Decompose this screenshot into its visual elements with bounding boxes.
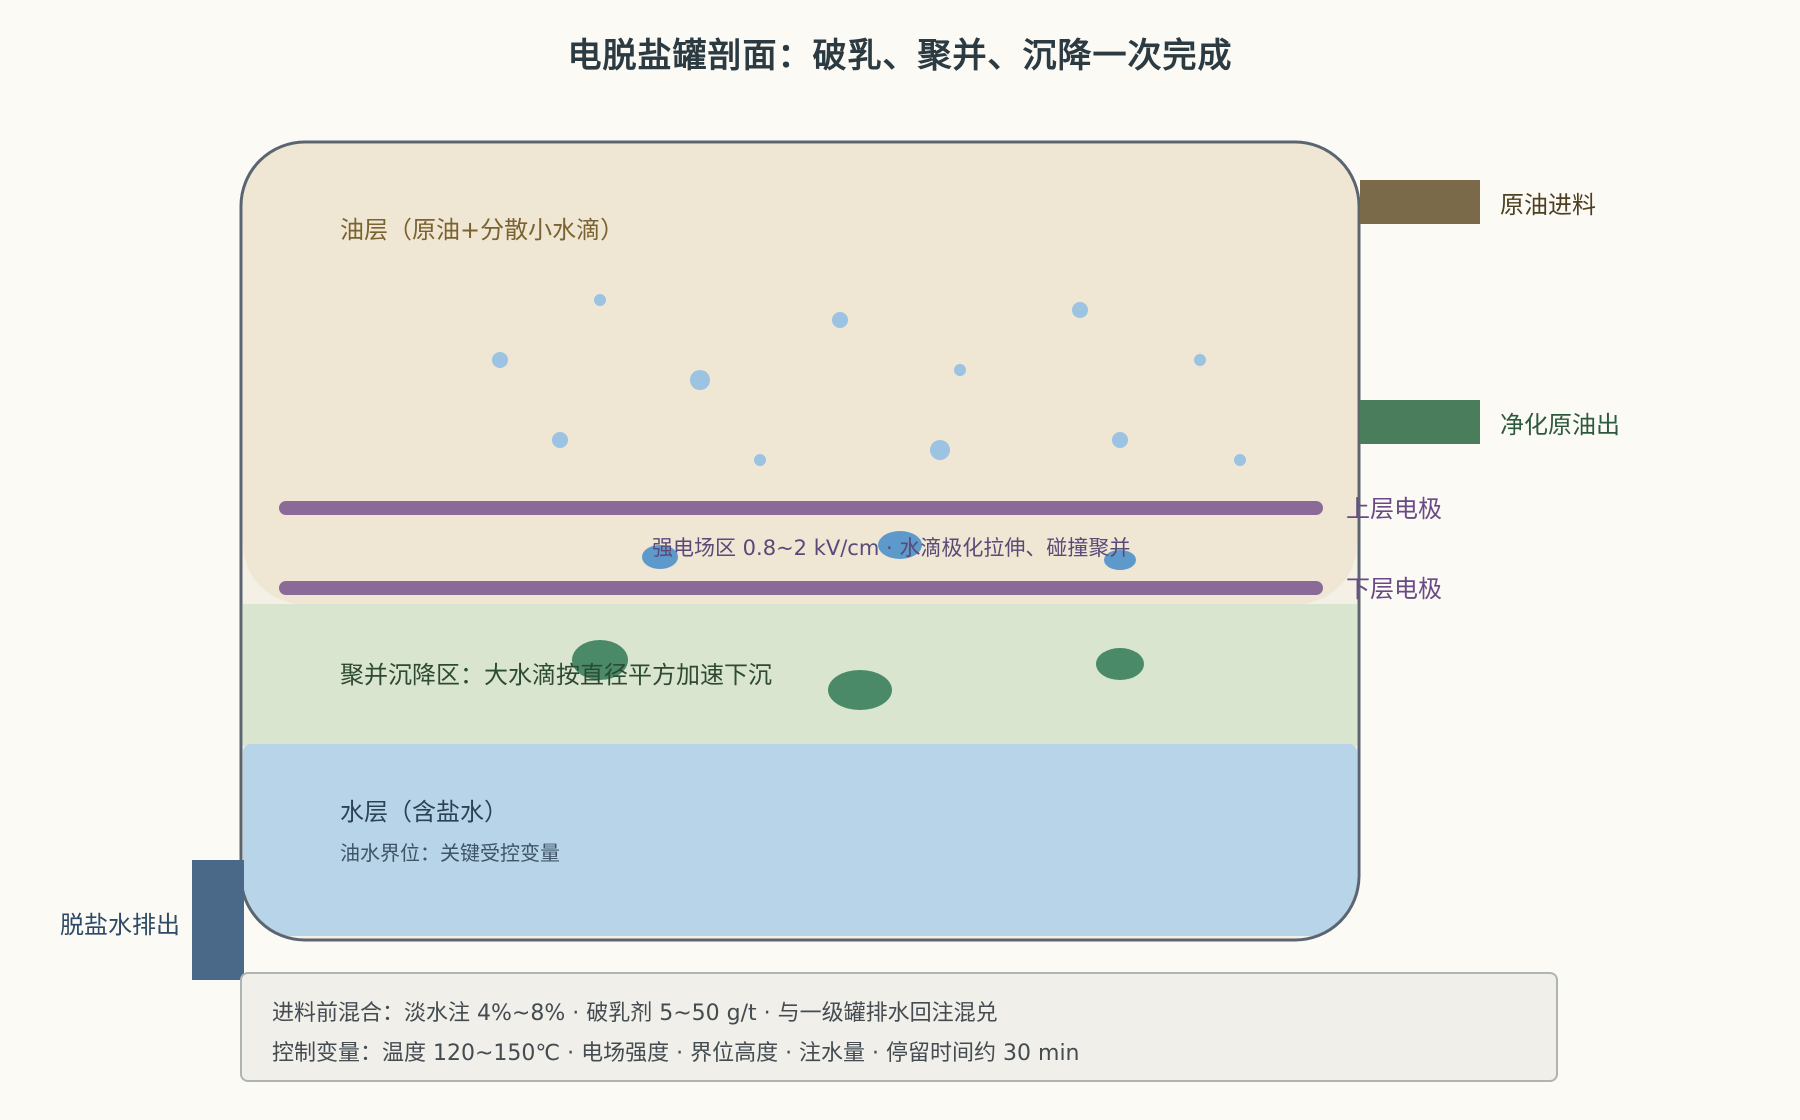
interface-level-label: 油水界位：关键受控变量 — [340, 841, 560, 865]
small-droplet — [690, 370, 710, 390]
desalter-cross-section — [192, 140, 1480, 980]
control-variables-note: 控制变量：温度 120~150℃ · 电场强度 · 界位高度 · 注水量 · 停… — [272, 1041, 1080, 1066]
lower-electrode-label: 下层电极 — [1346, 575, 1442, 603]
premix-note: 进料前混合：淡水注 4%~8% · 破乳剂 5~50 g/t · 与一级罐排水回… — [272, 1001, 998, 1026]
upper-electrode-label: 上层电极 — [1346, 495, 1442, 523]
small-droplet — [1072, 302, 1088, 318]
crude-feed-label: 原油进料 — [1500, 191, 1596, 219]
clean-crude-out-label: 净化原油出 — [1500, 411, 1620, 439]
small-droplet — [1234, 454, 1246, 466]
small-droplet — [492, 352, 508, 368]
coalesced-droplet — [828, 670, 892, 710]
oil-layer — [243, 144, 1357, 604]
small-droplet — [552, 432, 568, 448]
electric-field-zone-label: 强电场区 0.8~2 kV/cm · 水滴极化拉伸、碰撞聚并 — [652, 536, 1131, 560]
oil-layer-label: 油层（原油+分散小水滴） — [340, 216, 625, 244]
small-droplet — [954, 364, 966, 376]
small-droplet — [754, 454, 766, 466]
small-droplet — [832, 312, 848, 328]
small-droplet — [930, 440, 950, 460]
clean-crude-pipe — [1360, 400, 1480, 444]
small-droplet — [1194, 354, 1206, 366]
process-notes-box: 进料前混合：淡水注 4%~8% · 破乳剂 5~50 g/t · 与一级罐排水回… — [240, 972, 1558, 1082]
brine-drain-label: 脱盐水排出 — [60, 911, 180, 939]
water-layer-label: 水层（含盐水） — [340, 798, 508, 826]
coalesced-droplet — [1096, 648, 1144, 680]
brine-drain-pipe — [192, 860, 244, 980]
coalescence-zone-label: 聚并沉降区：大水滴按直径平方加速下沉 — [340, 661, 772, 689]
small-droplet — [1112, 432, 1128, 448]
small-droplet — [594, 294, 606, 306]
crude-feed-pipe — [1360, 180, 1480, 224]
water-layer — [243, 744, 1357, 936]
